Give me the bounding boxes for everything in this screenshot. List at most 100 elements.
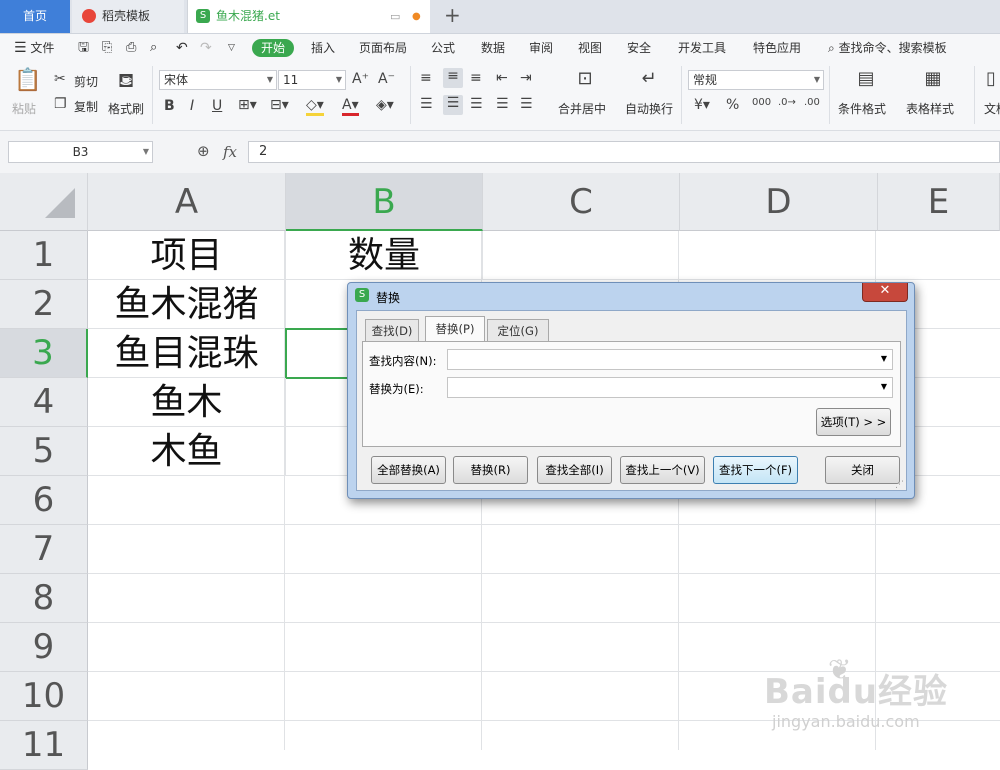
find-previous-button[interactable]: 查找上一个(V) [620, 456, 705, 484]
currency-icon[interactable]: ¥▾ [694, 97, 710, 113]
find-next-button[interactable]: 查找下一个(F) [713, 456, 798, 484]
find-input[interactable]: ▼ [447, 349, 893, 370]
increase-decimal-icon[interactable]: .0→ [778, 97, 796, 108]
tab-file[interactable]: S 鱼木混猪.et ▭ ● [187, 0, 430, 33]
font-color-icon[interactable]: A▾ [342, 97, 359, 116]
tab-developer[interactable]: 开发工具 [678, 34, 726, 62]
cell-a5[interactable]: 木鱼 [88, 427, 286, 476]
decrease-decimal-icon[interactable]: .00 [804, 97, 820, 108]
indent-decrease-icon[interactable]: ⇤ [496, 70, 508, 86]
zoom-search-icon[interactable]: ⊕ [197, 142, 210, 160]
tab-find[interactable]: 查找(D) [365, 319, 419, 341]
more-dropdown-icon[interactable]: ▽ [228, 34, 235, 62]
row-header-11[interactable]: 11 [0, 721, 88, 770]
wrap-text-button[interactable]: 自动换行 [625, 100, 673, 117]
find-all-button[interactable]: 查找全部(I) [537, 456, 612, 484]
name-box[interactable]: B3 ▼ [8, 141, 153, 163]
close-button[interactable]: 关闭 [825, 456, 900, 484]
format-painter-icon[interactable]: ⛾ [114, 68, 138, 95]
resize-grip-icon[interactable]: ⋰ [895, 480, 904, 490]
column-header-d[interactable]: D [680, 173, 878, 231]
document-button[interactable]: 文档 [984, 100, 1000, 117]
chevron-down-icon[interactable]: ▼ [881, 354, 887, 363]
formula-input[interactable]: 2 [248, 141, 1000, 163]
tab-formula[interactable]: 公式 [431, 34, 455, 62]
justify-icon[interactable]: ☰ [496, 96, 509, 112]
print-preview-icon[interactable]: ⌕ [150, 34, 157, 62]
wrap-text-icon[interactable]: ↵ [634, 68, 664, 89]
paste-icon[interactable]: 📋 [14, 68, 41, 93]
fill-color-icon[interactable]: ◇▾ [306, 97, 324, 116]
tab-template[interactable]: 稻壳模板 [72, 0, 184, 33]
percent-icon[interactable]: % [726, 97, 739, 113]
row-header-9[interactable]: 9 [0, 623, 88, 672]
borders-icon[interactable]: ⊞▾ [238, 97, 257, 113]
replace-button[interactable]: 替换(R) [453, 456, 528, 484]
cell-a1[interactable]: 项目 [88, 231, 286, 280]
tab-data[interactable]: 数据 [481, 34, 505, 62]
conditional-format-button[interactable]: 条件格式 [838, 100, 886, 117]
table-style-button[interactable]: 表格样式 [906, 100, 954, 117]
cell-a2[interactable]: 鱼木混猪 [88, 280, 286, 329]
thousands-icon[interactable]: 000 [752, 97, 771, 108]
font-name-select[interactable]: 宋体 ▼ [159, 70, 277, 90]
format-painter-button[interactable]: 格式刷 [108, 100, 144, 117]
copy-button[interactable]: 复制 [74, 98, 98, 115]
align-left-icon[interactable]: ☰ [420, 96, 433, 112]
font-size-select[interactable]: 11 ▼ [278, 70, 346, 90]
export-icon[interactable]: ⎘ [102, 34, 112, 62]
row-header-3[interactable]: 3 [0, 329, 88, 378]
dialog-close-button[interactable]: ✕ [862, 283, 908, 302]
print-icon[interactable]: ⎙ [126, 34, 136, 62]
cell-a4[interactable]: 鱼木 [88, 378, 286, 427]
merge-center-icon[interactable]: ⊡ [570, 68, 600, 89]
align-middle-icon[interactable]: ≡ [443, 68, 463, 88]
column-header-b[interactable]: B [286, 173, 483, 231]
select-all-corner[interactable] [0, 173, 88, 231]
align-bottom-icon[interactable]: ≡ [470, 70, 482, 86]
cut-button[interactable]: 剪切 [74, 73, 98, 90]
replace-input[interactable]: ▼ [447, 377, 893, 398]
tab-replace[interactable]: 替换(P) [425, 316, 485, 342]
table-style-icon[interactable]: ▦ [920, 68, 946, 89]
redo-icon[interactable]: ↷ [200, 34, 212, 62]
tab-goto[interactable]: 定位(G) [487, 319, 549, 341]
replace-all-button[interactable]: 全部替换(A) [371, 456, 446, 484]
row-header-1[interactable]: 1 [0, 231, 88, 280]
merge-center-button[interactable]: 合并居中 [558, 100, 606, 117]
cut-icon[interactable]: ✂ [54, 71, 66, 87]
column-header-a[interactable]: A [88, 173, 286, 231]
undo-icon[interactable]: ↶ [176, 34, 188, 62]
underline-icon[interactable]: U [212, 98, 222, 114]
row-header-6[interactable]: 6 [0, 476, 88, 525]
cell-a3[interactable]: 鱼目混珠 [88, 329, 286, 378]
align-top-icon[interactable]: ≡ [420, 70, 432, 86]
column-header-e[interactable]: E [878, 173, 1000, 231]
row-header-8[interactable]: 8 [0, 574, 88, 623]
row-header-10[interactable]: 10 [0, 672, 88, 721]
tab-page-layout[interactable]: 页面布局 [359, 34, 407, 62]
new-tab-plus-icon[interactable]: + [444, 0, 461, 33]
indent-increase-icon[interactable]: ⇥ [520, 70, 532, 86]
tab-insert[interactable]: 插入 [311, 34, 335, 62]
row-header-7[interactable]: 7 [0, 525, 88, 574]
bold-icon[interactable]: B [164, 98, 175, 114]
merge-style-icon[interactable]: ⊟▾ [270, 97, 289, 113]
command-search[interactable]: ⌕ 查找命令、搜索模板 [828, 34, 947, 62]
file-menu[interactable]: ☰ 文件 [14, 34, 54, 62]
increase-font-icon[interactable]: A⁺ [352, 71, 369, 87]
conditional-format-icon[interactable]: ▤ [853, 68, 879, 89]
number-format-select[interactable]: 常规 ▼ [688, 70, 824, 90]
document-icon[interactable]: ▯ [986, 68, 996, 89]
tab-view[interactable]: 视图 [578, 34, 602, 62]
align-center-icon[interactable]: ☰ [443, 95, 463, 115]
clear-format-icon[interactable]: ◈▾ [376, 97, 394, 113]
align-right-icon[interactable]: ☰ [470, 96, 483, 112]
column-header-c[interactable]: C [483, 173, 680, 231]
save-icon[interactable]: 🖫 [78, 34, 89, 62]
decrease-font-icon[interactable]: A⁻ [378, 71, 395, 87]
tab-review[interactable]: 审阅 [529, 34, 553, 62]
tab-features[interactable]: 特色应用 [753, 34, 801, 62]
tab-security[interactable]: 安全 [627, 34, 651, 62]
paste-button[interactable]: 粘贴 [12, 100, 36, 117]
